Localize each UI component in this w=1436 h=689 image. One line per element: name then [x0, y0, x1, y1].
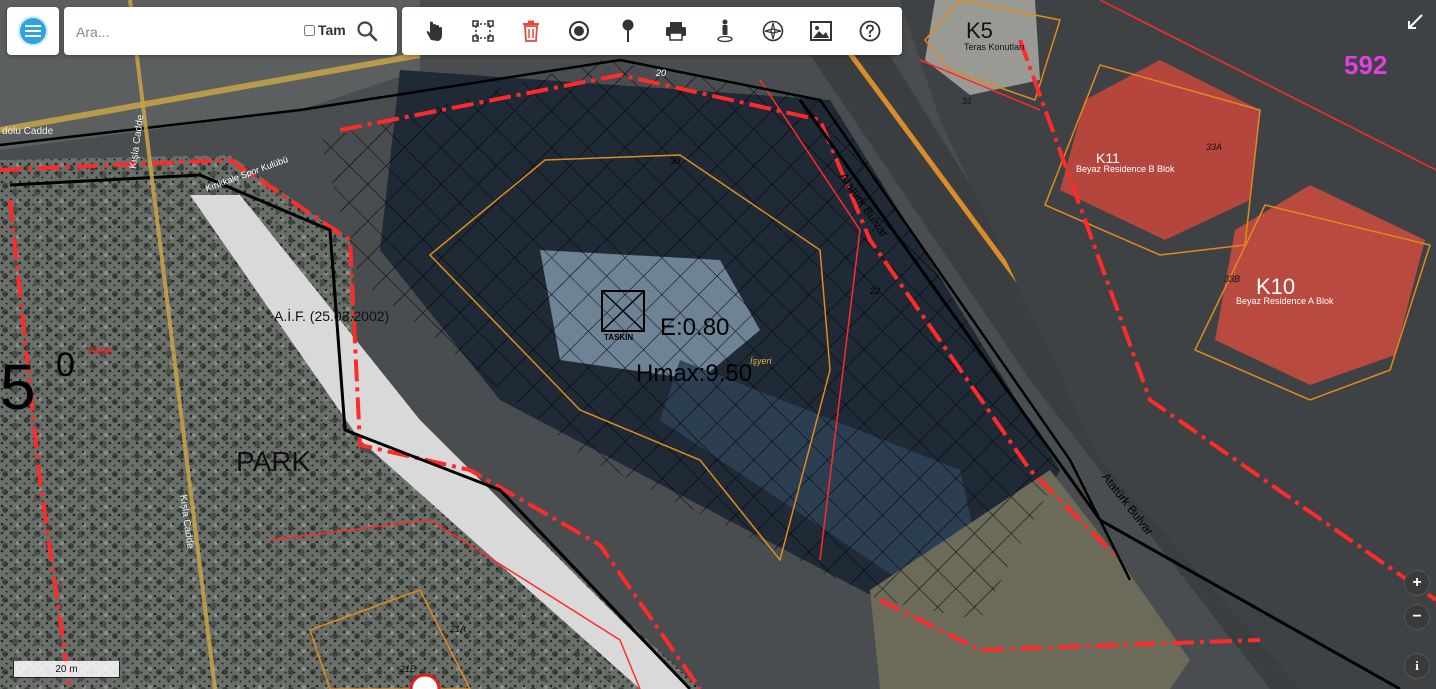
exact-match-toggle[interactable]: Tam	[304, 22, 346, 38]
label-k10: K10	[1256, 274, 1296, 299]
label-big-5: 5	[0, 351, 36, 423]
compass-button[interactable]	[759, 17, 787, 45]
pin-button[interactable]	[614, 17, 642, 45]
label-beyaz-b: Beyaz Residence B Blok	[1076, 164, 1175, 174]
label-isyeri: İşyeri	[750, 356, 772, 366]
search-button[interactable]	[354, 18, 380, 44]
compass-icon	[762, 20, 784, 42]
label-20: 20	[656, 68, 667, 78]
label-22: 22	[870, 286, 881, 296]
label-592: 592	[1344, 50, 1388, 80]
pan-hand-icon	[426, 21, 443, 41]
street-view-icon	[716, 19, 733, 43]
select-area-icon	[471, 20, 494, 42]
menu-panel	[7, 7, 59, 55]
help-button[interactable]	[856, 17, 884, 45]
location-pin-icon	[622, 19, 634, 42]
label-aif: A.İ.F. (25.03.2002)	[274, 308, 390, 324]
label-park-small: PARK	[88, 346, 113, 356]
menu-button[interactable]	[18, 16, 48, 46]
label-k5: K5	[966, 18, 993, 43]
label-21a: 21A	[450, 624, 467, 634]
label-emsal: E:0.80	[660, 314, 730, 341]
pan-tool-button[interactable]	[420, 17, 448, 45]
label-park: PARK	[236, 446, 311, 477]
label-33b: 33B	[1224, 274, 1241, 284]
label-hmax: Hmax:9.50	[636, 360, 753, 387]
point-button[interactable]	[565, 17, 593, 45]
image-button[interactable]	[807, 17, 835, 45]
exact-match-checkbox[interactable]	[304, 24, 315, 36]
delete-icon	[522, 20, 539, 42]
delete-button[interactable]	[517, 17, 545, 45]
exact-match-label: Tam	[318, 22, 346, 38]
search-icon	[357, 21, 378, 42]
search-panel: Tam	[64, 7, 397, 55]
select-area-button[interactable]	[469, 17, 497, 45]
label-21b: 21B	[400, 664, 417, 674]
label-31: 31	[962, 96, 973, 106]
record-icon	[569, 21, 590, 41]
zoom-in-button[interactable]: +	[1404, 570, 1430, 596]
print-icon	[666, 22, 687, 41]
label-big-0: 0	[56, 346, 75, 384]
map-canvas[interactable]	[0, 0, 1436, 689]
info-button[interactable]: i	[1404, 653, 1430, 679]
label-30: 30	[670, 156, 681, 166]
collapse-arrow-icon	[1408, 14, 1423, 29]
label-k11: K11	[1096, 150, 1120, 166]
street-view-button[interactable]	[711, 17, 739, 45]
label-anadolu: dolu Cadde	[2, 126, 54, 137]
scale-bar: 20 m	[13, 661, 120, 678]
zoom-out-button[interactable]: −	[1404, 604, 1430, 630]
toolbar	[402, 7, 902, 55]
hamburger-icon	[25, 25, 41, 37]
print-button[interactable]	[662, 17, 690, 45]
search-input[interactable]	[74, 17, 298, 47]
collapse-button[interactable]	[1403, 10, 1427, 34]
help-icon	[859, 20, 881, 42]
label-taskin: TASKIN	[604, 333, 634, 342]
label-33a: 33A	[1206, 142, 1223, 152]
image-icon	[810, 21, 833, 41]
location-marker[interactable]	[409, 673, 441, 689]
